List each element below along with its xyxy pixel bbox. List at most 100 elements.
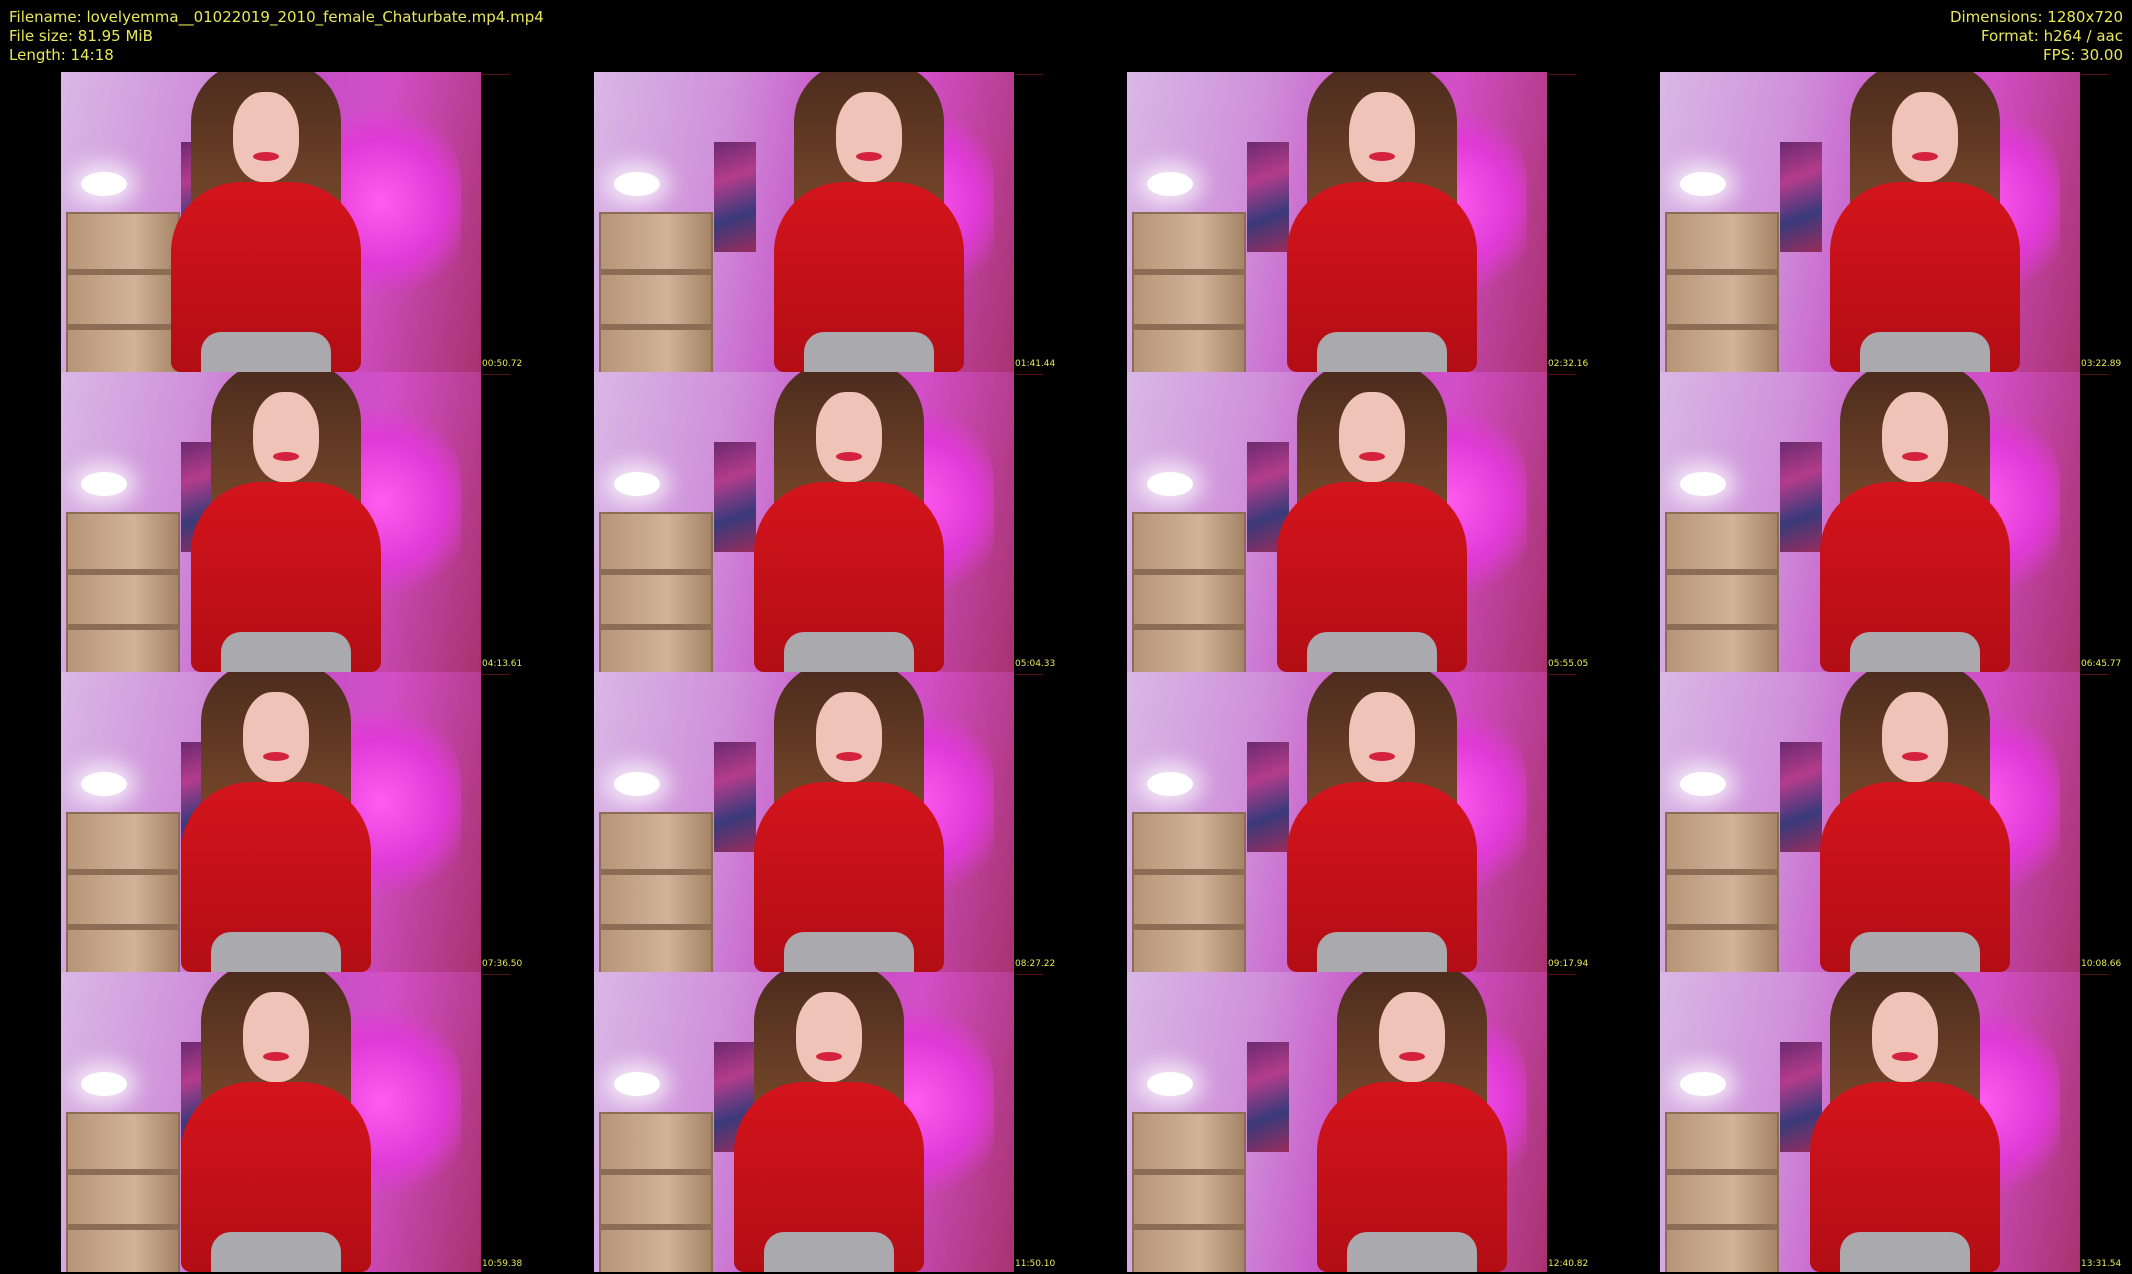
thumbnail-cell[interactable]: 06:45.77 [1599, 372, 2132, 672]
video-frame-thumbnail[interactable] [1127, 972, 1547, 1272]
grey-pants [804, 332, 934, 372]
person-figure [181, 372, 391, 672]
thumbnail-cell[interactable]: 07:36.50 [0, 672, 533, 972]
thumbnail-cell[interactable]: 03:22.89 [1599, 72, 2132, 372]
grey-pants [211, 1232, 341, 1272]
grey-pants [764, 1232, 894, 1272]
person-figure [1820, 72, 2030, 372]
video-frame-thumbnail[interactable] [594, 672, 1014, 972]
video-frame-thumbnail[interactable] [61, 372, 481, 672]
timestamp-label: 08:27.22 [1015, 959, 1056, 969]
lips [836, 752, 862, 761]
face [233, 92, 299, 182]
face [253, 392, 319, 482]
video-frame-thumbnail[interactable] [1127, 72, 1547, 372]
face [1349, 92, 1415, 182]
person-figure [161, 72, 371, 372]
grey-pants [221, 632, 351, 672]
thumbnail-cell[interactable]: 01:41.44 [533, 72, 1066, 372]
face [1882, 392, 1948, 482]
video-frame-thumbnail[interactable] [1660, 672, 2080, 972]
timestamp-label: 10:08.66 [2081, 959, 2122, 969]
video-frame-thumbnail[interactable] [1127, 372, 1547, 672]
thumbnail-cell[interactable]: 11:50.10 [533, 972, 1066, 1272]
video-frame-thumbnail[interactable] [1660, 972, 2080, 1272]
lips [253, 152, 279, 161]
grey-pants [1347, 1232, 1477, 1272]
thumbnail-cell[interactable]: 05:55.05 [1066, 372, 1599, 672]
video-frame-thumbnail[interactable] [594, 72, 1014, 372]
video-frame-thumbnail[interactable] [1127, 672, 1547, 972]
lamp [1147, 472, 1193, 496]
grey-pants [1840, 1232, 1970, 1272]
person-figure [171, 972, 381, 1272]
lips [1369, 752, 1395, 761]
frame-marker-line [1015, 74, 1043, 75]
wall-poster [1780, 142, 1822, 252]
face [1379, 992, 1445, 1082]
filesize-text: File size: 81.95 MiB [9, 27, 153, 45]
video-frame-thumbnail[interactable] [1660, 72, 2080, 372]
lamp [614, 772, 660, 796]
lamp [1680, 172, 1726, 196]
lamp [81, 172, 127, 196]
person-figure [1800, 972, 2010, 1272]
face [243, 692, 309, 782]
grey-pants [201, 332, 331, 372]
thumbnail-cell[interactable]: 12:40.82 [1066, 972, 1599, 1272]
timestamp-label: 03:22.89 [2081, 359, 2122, 369]
face [1339, 392, 1405, 482]
bookshelf [66, 812, 180, 972]
video-frame-thumbnail[interactable] [1660, 372, 2080, 672]
bookshelf [66, 1112, 180, 1272]
thumbnail-cell[interactable]: 08:27.22 [533, 672, 1066, 972]
video-frame-thumbnail[interactable] [594, 372, 1014, 672]
video-frame-thumbnail[interactable] [594, 972, 1014, 1272]
lips [1369, 152, 1395, 161]
face [1882, 692, 1948, 782]
frame-marker-line [1015, 374, 1043, 375]
person-figure [171, 672, 381, 972]
thumbnail-cell[interactable]: 00:50.72 [0, 72, 533, 372]
video-frame-thumbnail[interactable] [61, 972, 481, 1272]
thumbnail-cell[interactable]: 10:59.38 [0, 972, 533, 1272]
thumbnail-cell[interactable]: 05:04.33 [533, 372, 1066, 672]
frame-marker-line [1548, 974, 1576, 975]
face [796, 992, 862, 1082]
person-figure [1277, 72, 1487, 372]
person-figure [764, 72, 974, 372]
person-figure [1267, 372, 1477, 672]
timestamp-label: 12:40.82 [1548, 1259, 1589, 1269]
wall-poster [1247, 1042, 1289, 1152]
frame-marker-line [2081, 74, 2109, 75]
thumbnail-cell[interactable]: 10:08.66 [1599, 672, 2132, 972]
lamp [1680, 1072, 1726, 1096]
person-figure [744, 372, 954, 672]
filename-text: Filename: lovelyemma__01022019_2010_fema… [9, 8, 544, 26]
wall-poster [714, 142, 756, 252]
bookshelf [599, 212, 713, 372]
bookshelf [1665, 212, 1779, 372]
thumbnail-cell[interactable]: 09:17.94 [1066, 672, 1599, 972]
timestamp-label: 02:32.16 [1548, 359, 1589, 369]
thumbnail-cell[interactable]: 02:32.16 [1066, 72, 1599, 372]
lamp [81, 772, 127, 796]
bookshelf [1665, 1112, 1779, 1272]
video-frame-thumbnail[interactable] [61, 672, 481, 972]
lamp [1680, 772, 1726, 796]
bookshelf [599, 1112, 713, 1272]
timestamp-label: 05:04.33 [1015, 659, 1056, 669]
video-info: Dimensions: 1280x720 Format: h264 / aac … [1950, 8, 2123, 65]
video-frame-thumbnail[interactable] [61, 72, 481, 372]
grey-pants [784, 932, 914, 972]
lips [856, 152, 882, 161]
thumbnail-cell[interactable]: 04:13.61 [0, 372, 533, 672]
frame-marker-line [1548, 374, 1576, 375]
bookshelf [1132, 812, 1246, 972]
thumbnail-grid: 00:50.72 01:41.44 02:32.16 03:22.89 04:13.61… [0, 72, 2132, 1272]
thumbnail-cell[interactable]: 13:31.54 [1599, 972, 2132, 1272]
timestamp-label: 07:36.50 [482, 959, 523, 969]
file-info: Filename: lovelyemma__01022019_2010_fema… [9, 8, 544, 65]
lamp [614, 1072, 660, 1096]
face [1349, 692, 1415, 782]
